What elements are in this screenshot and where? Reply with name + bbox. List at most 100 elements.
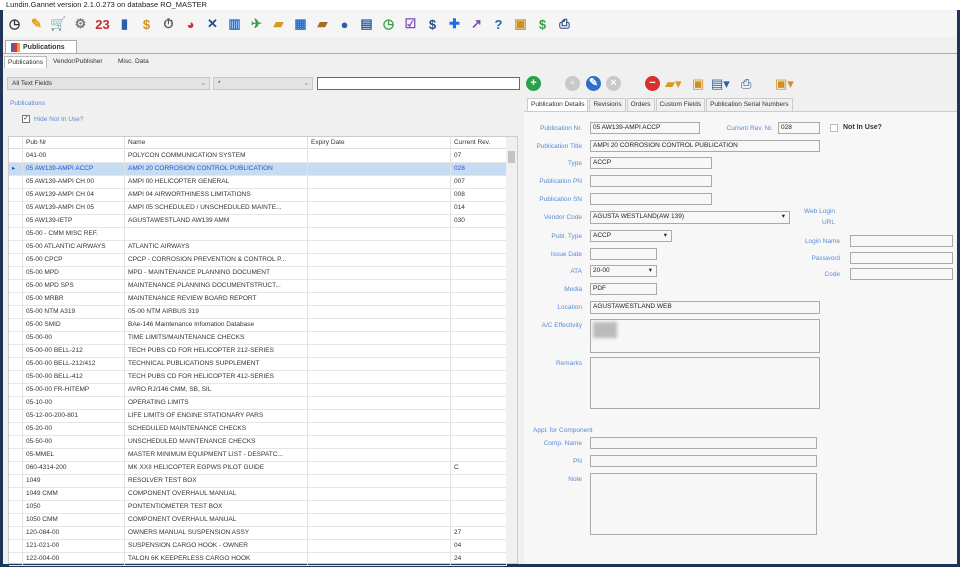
table-row[interactable]: 05-00 - CMM MISC REF.: [9, 228, 507, 241]
table-row[interactable]: 05-00 SMID BAe-146 Maintenance Infomation…: [9, 319, 507, 332]
open-folder-icon[interactable]: ▰▾: [665, 76, 682, 92]
table-row[interactable]: 05-00 MPD MPD - MAINTENANCE PLANNING DOCU…: [9, 267, 507, 280]
puzzle-icon[interactable]: ✚: [445, 15, 464, 34]
books-icon[interactable]: ▥: [225, 15, 244, 34]
field-title[interactable]: AMPI 20 CORROSION CONTROL PUBLICATION: [590, 140, 820, 152]
folder-settings-icon[interactable]: ▰: [313, 15, 332, 34]
field-issue-date[interactable]: [590, 248, 657, 260]
add-button[interactable]: +: [526, 76, 541, 91]
document-export-icon[interactable]: ▤▾: [711, 76, 730, 92]
table-row[interactable]: 05-MMEL MASTER MINIMUM EQUIPMENT LIST - D…: [9, 449, 507, 462]
field-location[interactable]: AGUSTAWESTLAND WEB: [590, 301, 820, 314]
field-remarks[interactable]: [590, 357, 820, 409]
column-header-pub-nr[interactable]: Pub Nr: [23, 137, 125, 149]
search-input[interactable]: [317, 77, 520, 90]
vertical-scrollbar[interactable]: [506, 137, 517, 563]
field-note[interactable]: [590, 473, 817, 535]
tab-revisions[interactable]: Revisions: [589, 98, 626, 111]
user-icon[interactable]: ●: [335, 15, 354, 34]
pie-chart-icon[interactable]: ◕: [181, 15, 200, 34]
printer-icon[interactable]: ⎙: [741, 76, 751, 92]
field-cur-rev[interactable]: 028: [778, 122, 820, 134]
id-card-icon[interactable]: ▤: [357, 15, 376, 34]
subtab-vendor-publisher[interactable]: Vendor/Publisher: [50, 56, 106, 68]
tools-icon[interactable]: ✕: [203, 15, 222, 34]
table-row[interactable]: 1049 CMM COMPONENT OVERHAUL MANUAL: [9, 488, 507, 501]
table-row[interactable]: 05-00 MPD SPS MAINTENANCE PLANNING DOCUME…: [9, 280, 507, 293]
table-row[interactable]: 05 AW139-AMPI CH 04 AMPI 04 AIRWORTHINESS…: [9, 189, 507, 202]
table-row[interactable]: 1050 CMM COMPONENT OVERHAUL MANUAL: [9, 514, 507, 527]
table-row[interactable]: 05-00-00 FR-HITEMP AVRO RJ/146 CMM, SB, S…: [9, 384, 507, 397]
table-row[interactable]: 05-00 MRBR MAINTENANCE REVIEW BOARD REPOR…: [9, 293, 507, 306]
phone-icon[interactable]: $: [533, 15, 552, 34]
table-row[interactable]: 060-4314-200 MK XXII HELICOPTER EGPWS PIL…: [9, 462, 507, 475]
field-comp-name[interactable]: [590, 437, 817, 449]
grid-icon[interactable]: ▦: [291, 15, 310, 34]
field-sn[interactable]: [590, 193, 712, 205]
field-select[interactable]: All Text Fields ⌄: [7, 77, 210, 90]
table-row[interactable]: 05-50-00 UNSCHEDULED MAINTENANCE CHECKS: [9, 436, 507, 449]
column-header-expiry-date[interactable]: Expiry Date: [308, 137, 451, 149]
table-row[interactable]: 1049 RESOLVER TEST BOX: [9, 475, 507, 488]
table-row[interactable]: 05-10-00 OPERATING LIMITS: [9, 397, 507, 410]
tab-publication-serial-numbers[interactable]: Publication Serial Numbers: [706, 98, 793, 111]
field-type[interactable]: ACCP: [590, 157, 712, 169]
field-ac-eff[interactable]: [590, 319, 820, 353]
table-row[interactable]: 05 AW139-AMPI CH 05 AMPI 05 SCHEDULED / U…: [9, 202, 507, 215]
stopwatch-icon[interactable]: ⏱: [159, 15, 178, 34]
clipboard-icon[interactable]: ▣: [511, 15, 530, 34]
cart-icon[interactable]: 🛒: [49, 15, 68, 34]
field-login-name[interactable]: [850, 235, 953, 247]
field-pn[interactable]: [590, 175, 712, 187]
table-row[interactable]: 041-00 POLYCON COMMUNICATION SYSTEM 07: [9, 150, 507, 163]
field-code[interactable]: [850, 268, 953, 280]
subtab-misc-data[interactable]: Misc. Data: [115, 56, 152, 68]
save-button[interactable]: ▫: [565, 76, 580, 91]
delete-button[interactable]: −: [645, 76, 660, 91]
table-row[interactable]: 121-021-00 SUSPENSION CARGO HOOK - OWNER 0…: [9, 540, 507, 553]
select-vendor[interactable]: AGUSTA WESTLAND(AW 139) ▾: [590, 211, 790, 224]
tab-custom-fields[interactable]: Custom Fields: [655, 98, 706, 111]
notepad-edit-icon[interactable]: ✎: [27, 15, 46, 34]
clipboard-icon[interactable]: ▣: [692, 76, 704, 92]
chart-edit-icon[interactable]: ↗: [467, 15, 486, 34]
table-row[interactable]: 05-00 CPCP CPCP - CORROSION PREVENTION & …: [9, 254, 507, 267]
calendar-icon[interactable]: 23: [93, 15, 112, 34]
table-row[interactable]: 05 AW139-AMPI CH 00 AMPI 00 HELICOPTER GE…: [9, 176, 507, 189]
field-comp-pn[interactable]: [590, 455, 817, 467]
table-row[interactable]: 05-12-00-200-801 LIFE LIMITS OF ENGINE ST…: [9, 410, 507, 423]
field-media[interactable]: PDF: [590, 283, 657, 295]
document-dollar-icon[interactable]: $: [137, 15, 156, 34]
clock-icon[interactable]: ◷: [5, 15, 24, 34]
book-pen-icon[interactable]: ▮: [115, 15, 134, 34]
clock-add-icon[interactable]: ◷: [379, 15, 398, 34]
table-row[interactable]: 05-20-00 SCHEDULED MAINTENANCE CHECKS: [9, 423, 507, 436]
field-pub-nr[interactable]: 05 AW139-AMPI ACCP: [590, 122, 700, 134]
table-row[interactable]: 05-00-00 TIME LIMITS/MAINTENANCE CHECKS: [9, 332, 507, 345]
select-publ-type[interactable]: ACCP ▾: [590, 230, 672, 242]
cancel-button[interactable]: ×: [606, 76, 621, 91]
table-row[interactable]: ▸ 05 AW139-AMPI ACCP AMPI 20 CORROSION CON…: [9, 163, 507, 176]
plane-icon[interactable]: ✈: [247, 15, 266, 34]
tab-publication-details[interactable]: Publication Details: [527, 98, 589, 111]
tab-publications-document[interactable]: Publications: [5, 40, 77, 54]
table-row[interactable]: 05-00 ATLANTIC AIRWAYS ATLANTIC AIRWAYS: [9, 241, 507, 254]
subtab-publications[interactable]: Publications: [4, 56, 48, 68]
table-row[interactable]: 05-00-00 BELL-412 TECH PUBS CD FOR HELICO…: [9, 371, 507, 384]
table-row[interactable]: 05-00-00 BELL-212 TECH PUBS CD FOR HELICO…: [9, 345, 507, 358]
edit-button[interactable]: ✎: [586, 76, 601, 91]
select-ata[interactable]: 20-00 ▾: [590, 265, 657, 277]
scrollbar-thumb[interactable]: [508, 151, 515, 163]
table-row[interactable]: 1050 PONTENTIOMETER TEST BOX: [9, 501, 507, 514]
printer-icon[interactable]: ⎙: [555, 15, 574, 34]
field-password[interactable]: [850, 252, 953, 264]
table-row[interactable]: 05-00 NTM A319 05-00 NTM AIRBUS 319: [9, 306, 507, 319]
folder-info-icon[interactable]: ▰: [269, 15, 288, 34]
column-header-name[interactable]: Name: [125, 137, 308, 149]
table-row[interactable]: 05 AW139-IETP AGUSTAWESTLAND AW139 AMM 030: [9, 215, 507, 228]
tab-orders[interactable]: Orders: [626, 98, 655, 111]
report-icon[interactable]: ▣▾: [775, 76, 794, 92]
table-row[interactable]: 05-00-00 BELL-212/412 TECHNICAL PUBLICATI…: [9, 358, 507, 371]
dollar-icon[interactable]: $: [423, 15, 442, 34]
table-row[interactable]: 122-004-00 TALON 6K KEEPERLESS CARGO HOOK…: [9, 553, 507, 566]
